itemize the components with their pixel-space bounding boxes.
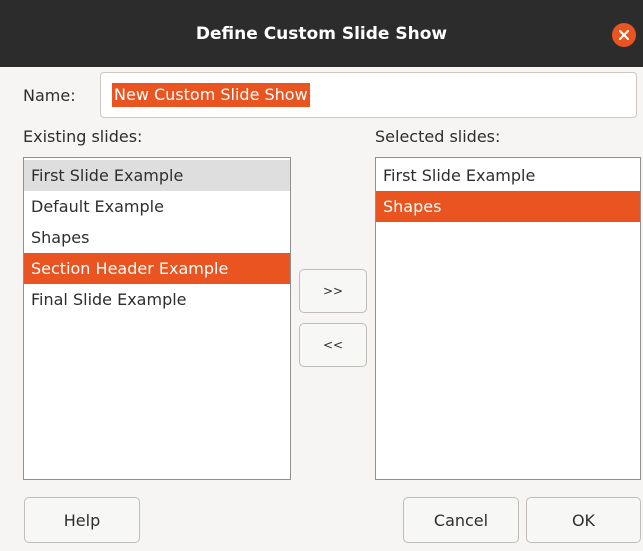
name-input-value: New Custom Slide Show (112, 83, 310, 107)
dialog-titlebar: Define Custom Slide Show (0, 0, 643, 67)
selected-slides-list[interactable]: First Slide Example Shapes (375, 157, 641, 480)
existing-slide-item[interactable]: Default Example (24, 191, 290, 222)
ok-button[interactable]: OK (526, 497, 641, 543)
cancel-button[interactable]: Cancel (403, 497, 519, 543)
close-button[interactable] (612, 23, 636, 47)
help-button[interactable]: Help (24, 497, 140, 543)
dialog-title: Define Custom Slide Show (195, 23, 448, 44)
existing-slide-item[interactable]: Final Slide Example (24, 284, 290, 315)
add-slide-button[interactable]: >> (299, 269, 367, 313)
existing-slide-item[interactable]: Section Header Example (24, 253, 290, 284)
existing-slides-list[interactable]: First Slide Example Default Example Shap… (23, 157, 291, 480)
remove-slide-button[interactable]: << (299, 323, 367, 367)
existing-slide-item[interactable]: Shapes (24, 222, 290, 253)
existing-slides-label: Existing slides: (23, 127, 143, 146)
selected-slide-item[interactable]: Shapes (376, 191, 640, 222)
existing-slide-item[interactable]: First Slide Example (24, 160, 290, 191)
selected-slide-item[interactable]: First Slide Example (376, 160, 640, 191)
name-input[interactable]: New Custom Slide Show (100, 72, 637, 118)
name-label: Name: (23, 86, 76, 105)
selected-slides-label: Selected slides: (375, 127, 501, 146)
close-icon (619, 30, 629, 40)
